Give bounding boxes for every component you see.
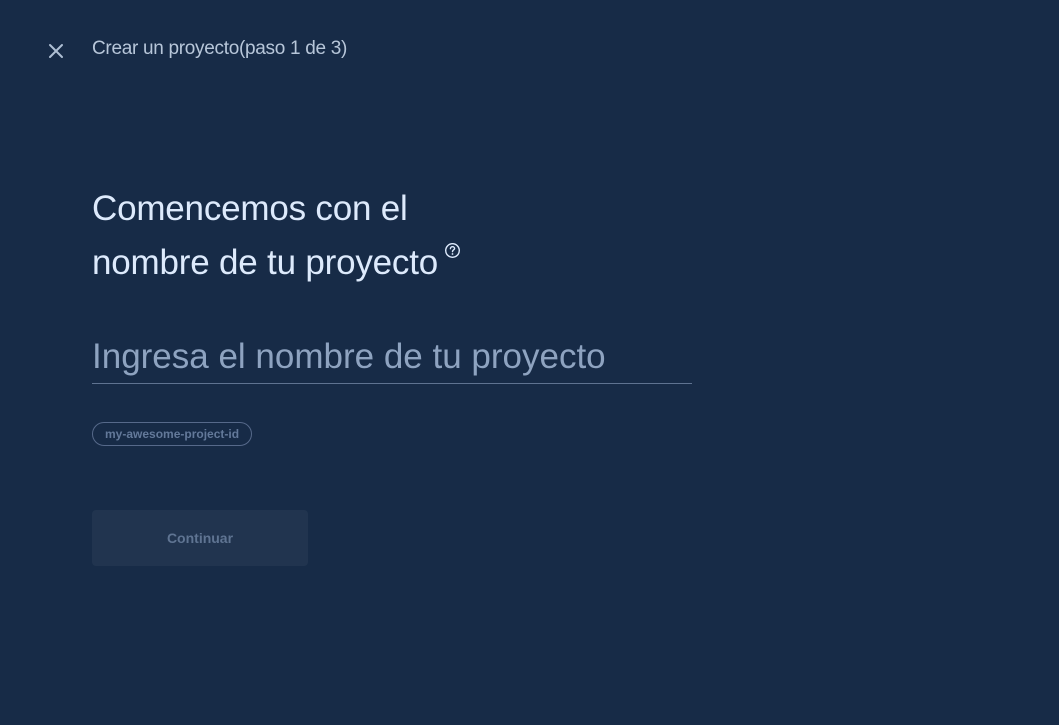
heading-line-1: Comencemos con el: [92, 189, 408, 228]
step-title: Crear un proyecto(paso 1 de 3): [92, 38, 348, 59]
continue-button[interactable]: Continuar: [92, 510, 308, 566]
heading-line-2-text: nombre de tu proyecto: [92, 243, 439, 282]
close-button[interactable]: [42, 37, 70, 65]
heading-line-2: nombre de tu proyecto: [92, 236, 652, 290]
project-id-chip[interactable]: my-awesome-project-id: [92, 422, 253, 446]
close-icon: [49, 44, 63, 58]
page-heading: Comencemos con el nombre de tu proyecto: [92, 182, 652, 290]
project-name-input[interactable]: [92, 330, 692, 384]
help-circle-icon[interactable]: [444, 242, 461, 259]
